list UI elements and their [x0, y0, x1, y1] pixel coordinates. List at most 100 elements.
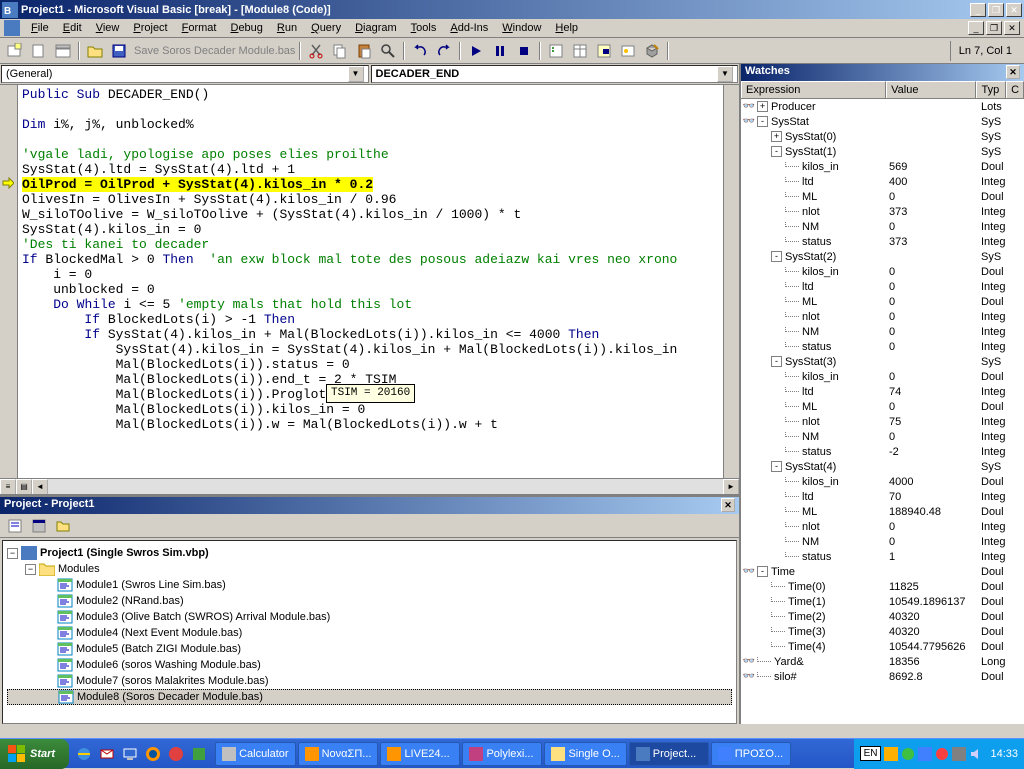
taskbar-task[interactable]: Project... — [629, 742, 709, 766]
menu-project[interactable]: Project — [126, 20, 174, 36]
start-button[interactable]: Start — [0, 739, 69, 769]
collapse-icon[interactable]: - — [771, 251, 782, 262]
watches-header[interactable]: Expression Value Typ C — [741, 81, 1024, 99]
view-object-button[interactable] — [28, 515, 50, 537]
object-dropdown[interactable]: (General)▼ — [1, 65, 369, 83]
redo-button[interactable] — [433, 40, 455, 62]
code-gutter[interactable] — [0, 85, 18, 478]
close-icon[interactable]: ✕ — [721, 498, 735, 512]
watch-row[interactable]: -SysStat(3)SyS — [741, 354, 1024, 369]
menu-help[interactable]: Help — [548, 20, 585, 36]
mdi-close-button[interactable]: ✕ — [1004, 21, 1020, 35]
watch-row[interactable]: 👓Yard&18356Long — [741, 654, 1024, 669]
taskbar-task[interactable]: ΠΡΟΣΟ... — [711, 742, 791, 766]
watch-row[interactable]: kilos_in569Doul — [741, 159, 1024, 174]
watch-row[interactable]: status373Integ — [741, 234, 1024, 249]
volume-icon[interactable] — [969, 747, 983, 761]
close-icon[interactable]: ✕ — [1006, 65, 1020, 79]
open-button[interactable] — [84, 40, 106, 62]
menu-add-ins[interactable]: Add-Ins — [443, 20, 495, 36]
tree-folder[interactable]: − Modules — [7, 561, 732, 577]
horizontal-scrollbar[interactable]: ≡ ▤ ◄ ► — [0, 478, 739, 494]
tray-icon[interactable] — [884, 747, 898, 761]
menu-debug[interactable]: Debug — [223, 20, 269, 36]
properties-button[interactable] — [569, 40, 591, 62]
collapse-icon[interactable]: - — [757, 566, 768, 577]
maximize-button[interactable]: ❐ — [988, 3, 1004, 17]
taskbar-task[interactable]: ΝοναΣΠ... — [298, 742, 379, 766]
col-value[interactable]: Value — [886, 81, 976, 98]
watch-row[interactable]: NM0Integ — [741, 219, 1024, 234]
watch-row[interactable]: Time(3)40320Doul — [741, 624, 1024, 639]
watch-row[interactable]: NM0Integ — [741, 429, 1024, 444]
menu-file[interactable]: File — [24, 20, 56, 36]
watch-row[interactable]: Time(1)10549.1896137Doul — [741, 594, 1024, 609]
desktop-icon[interactable] — [119, 743, 141, 765]
col-type[interactable]: Typ — [976, 81, 1006, 98]
watch-row[interactable]: nlot373Integ — [741, 204, 1024, 219]
mdi-restore-button[interactable]: ❐ — [986, 21, 1002, 35]
watch-row[interactable]: status1Integ — [741, 549, 1024, 564]
watch-row[interactable]: ltd0Integ — [741, 279, 1024, 294]
object-browser-button[interactable] — [617, 40, 639, 62]
col-expression[interactable]: Expression — [741, 81, 886, 98]
watch-row[interactable]: ltd70Integ — [741, 489, 1024, 504]
tree-root[interactable]: − Project1 (Single Swros Sim.vbp) — [7, 545, 732, 561]
toggle-folders-button[interactable] — [52, 515, 74, 537]
app-icon[interactable] — [165, 743, 187, 765]
collapse-icon[interactable]: − — [7, 548, 18, 559]
taskbar-task[interactable]: LIVE24... — [380, 742, 460, 766]
taskbar-task[interactable]: Polylexi... — [462, 742, 542, 766]
watch-row[interactable]: -SysStat(4)SyS — [741, 459, 1024, 474]
app-icon[interactable] — [188, 743, 210, 765]
tray-icon[interactable] — [935, 747, 949, 761]
watch-row[interactable]: status-2Integ — [741, 444, 1024, 459]
menu-format[interactable]: Format — [175, 20, 224, 36]
taskbar-task[interactable]: Single O... — [544, 742, 626, 766]
watch-row[interactable]: 👓+ProducerLots — [741, 99, 1024, 114]
tray-icon[interactable] — [918, 747, 932, 761]
module-item[interactable]: Module3 (Olive Batch (SWROS) Arrival Mod… — [7, 609, 732, 625]
copy-button[interactable] — [329, 40, 351, 62]
find-button[interactable] — [377, 40, 399, 62]
menu-editor-button[interactable] — [52, 40, 74, 62]
code-editor[interactable]: Public Sub DECADER_END() Dim i%, j%, unb… — [18, 85, 723, 478]
menu-run[interactable]: Run — [270, 20, 304, 36]
procedure-dropdown[interactable]: DECADER_END▼ — [371, 65, 739, 83]
outlook-icon[interactable] — [96, 743, 118, 765]
collapse-icon[interactable]: - — [771, 461, 782, 472]
expand-icon[interactable]: + — [771, 131, 782, 142]
toolbox-button[interactable] — [641, 40, 663, 62]
minimize-button[interactable]: _ — [970, 3, 986, 17]
full-view-button[interactable]: ▤ — [16, 479, 32, 495]
ie-icon[interactable] — [73, 743, 95, 765]
project-explorer-button[interactable] — [545, 40, 567, 62]
scroll-left-button[interactable]: ◄ — [32, 479, 48, 495]
watches-body[interactable]: 👓+ProducerLots👓-SysStatSyS+SysStat(0)SyS… — [741, 99, 1024, 724]
tray-icon[interactable] — [952, 747, 966, 761]
col-context[interactable]: C — [1006, 81, 1024, 98]
watch-row[interactable]: ML0Doul — [741, 294, 1024, 309]
watch-row[interactable]: ML188940.48Doul — [741, 504, 1024, 519]
start-button[interactable] — [465, 40, 487, 62]
end-button[interactable] — [513, 40, 535, 62]
module-item[interactable]: Module5 (Batch ZIGI Module.bas) — [7, 641, 732, 657]
watch-row[interactable]: 👓silo#8692.8Doul — [741, 669, 1024, 684]
module-item[interactable]: Module8 (Soros Decader Module.bas) — [7, 689, 732, 705]
watch-row[interactable]: ltd74Integ — [741, 384, 1024, 399]
paste-button[interactable] — [353, 40, 375, 62]
save-button[interactable] — [108, 40, 130, 62]
watch-row[interactable]: 👓-TimeDoul — [741, 564, 1024, 579]
break-button[interactable] — [489, 40, 511, 62]
mdi-minimize-button[interactable]: _ — [968, 21, 984, 35]
watch-row[interactable]: nlot0Integ — [741, 519, 1024, 534]
firefox-icon[interactable] — [142, 743, 164, 765]
watch-row[interactable]: kilos_in0Doul — [741, 264, 1024, 279]
menu-window[interactable]: Window — [495, 20, 548, 36]
module-item[interactable]: Module4 (Next Event Module.bas) — [7, 625, 732, 641]
module-item[interactable]: Module6 (soros Washing Module.bas) — [7, 657, 732, 673]
procedure-view-button[interactable]: ≡ — [0, 479, 16, 495]
watch-row[interactable]: -SysStat(1)SyS — [741, 144, 1024, 159]
scroll-right-button[interactable]: ► — [723, 479, 739, 495]
watch-row[interactable]: ML0Doul — [741, 399, 1024, 414]
